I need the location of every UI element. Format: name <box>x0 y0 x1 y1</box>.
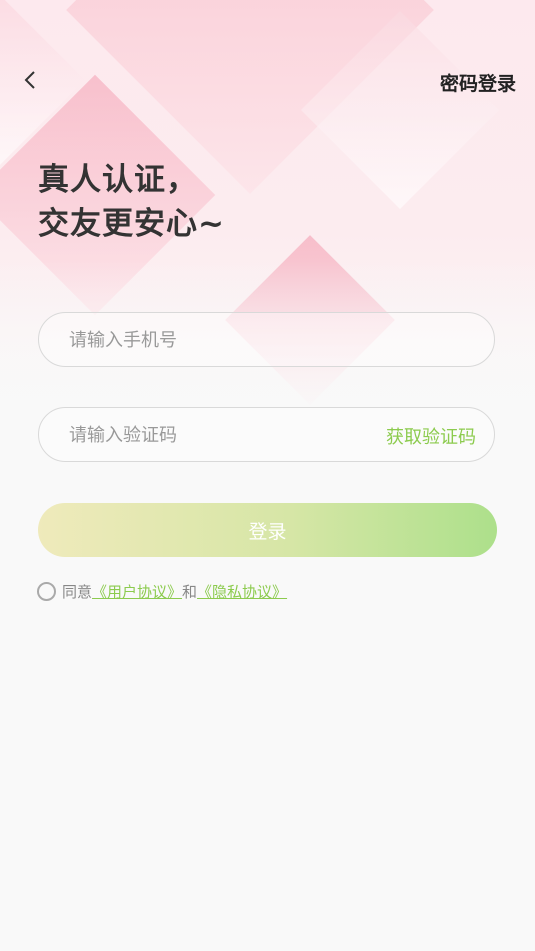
phone-input[interactable] <box>67 313 371 367</box>
code-field: 获取验证码 <box>38 407 495 462</box>
phone-field <box>38 312 495 367</box>
back-button[interactable] <box>18 68 42 92</box>
agree-radio[interactable] <box>37 582 56 601</box>
chevron-left-icon <box>24 71 35 89</box>
headline: 真人认证， 交友更安心~ <box>38 158 225 246</box>
headline-line-2: 交友更安心~ <box>38 206 225 242</box>
agreement-row: 同意 《用户协议》 和 《隐私协议》 <box>37 581 287 602</box>
get-code-button[interactable]: 获取验证码 <box>386 423 476 449</box>
user-agreement-link[interactable]: 《用户协议》 <box>92 581 182 602</box>
verification-code-input[interactable] <box>67 408 371 462</box>
agree-and: 和 <box>182 583 198 601</box>
privacy-agreement-link[interactable]: 《隐私协议》 <box>197 581 287 602</box>
password-login-link[interactable]: 密码登录 <box>440 69 516 96</box>
login-button[interactable]: 登录 <box>38 503 497 557</box>
headline-line-1: 真人认证， <box>38 162 198 198</box>
agree-prefix: 同意 <box>62 583 93 601</box>
